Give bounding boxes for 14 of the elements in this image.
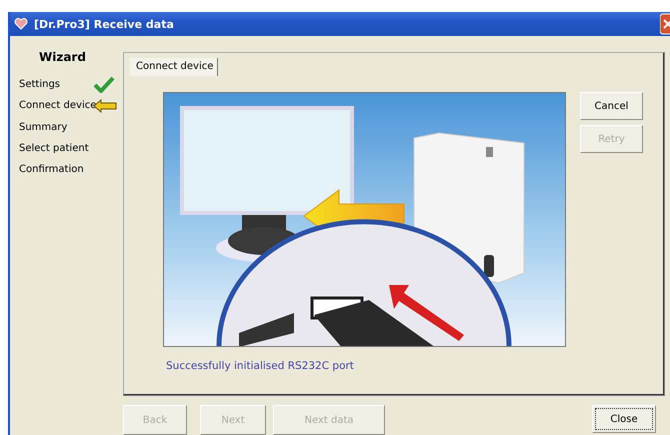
cancel-button[interactable]: Cancel: [580, 92, 643, 120]
wizard-step: Confirmation: [19, 164, 93, 176]
checkmark-icon: [93, 76, 115, 94]
close-icon[interactable]: [660, 13, 670, 35]
status-message: Successfully initialised RS232C port: [166, 360, 354, 372]
wizard-heading: Wizard: [39, 50, 86, 64]
wizard-step: Connect device: [19, 100, 93, 112]
heart-icon: [14, 18, 28, 30]
wizard-step: Summary: [19, 122, 93, 133]
close-button[interactable]: Close: [592, 405, 656, 433]
wizard-step: Settings: [19, 79, 93, 90]
tab[interactable]: Connect device: [130, 58, 218, 76]
wizard-step: Select patient: [19, 143, 93, 154]
window-title: [Dr.Pro3] Receive data: [34, 18, 174, 30]
